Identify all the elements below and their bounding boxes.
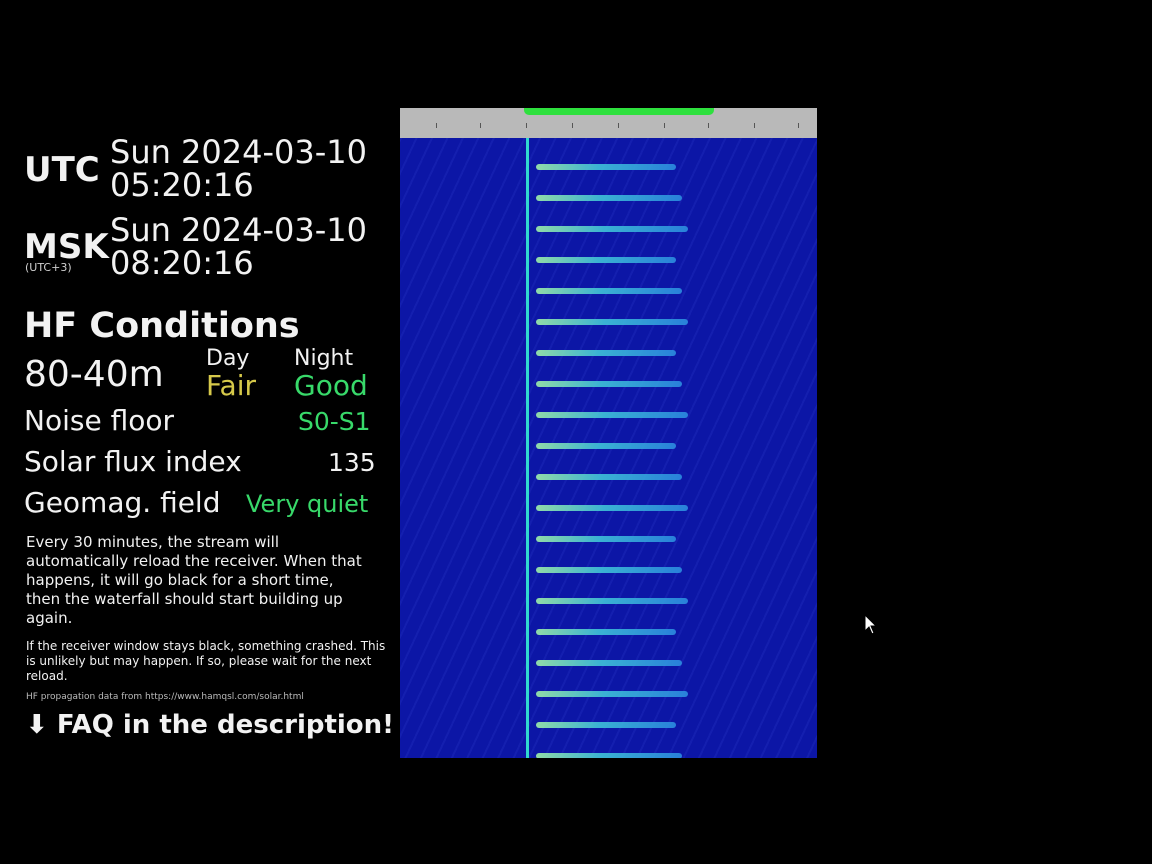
mouse-pointer-icon <box>864 613 878 640</box>
receiver-window <box>400 108 817 758</box>
day-label: Day <box>206 346 250 371</box>
signal-trace <box>536 567 682 573</box>
signal-trace <box>536 691 688 697</box>
scale-tick <box>754 123 755 128</box>
source-note: HF propagation data from https://www.ham… <box>26 692 304 702</box>
signal-trace <box>536 164 676 170</box>
msk-offset: (UTC+3) <box>25 261 72 274</box>
signal-trace <box>536 753 682 758</box>
waterfall-display[interactable] <box>400 138 817 758</box>
signal-trace <box>536 319 688 325</box>
signal-trace <box>536 474 682 480</box>
frequency-scale[interactable] <box>400 108 817 138</box>
scale-tick <box>664 123 665 128</box>
solar-flux-label: Solar flux index <box>24 445 242 478</box>
reload-note: Every 30 minutes, the stream will automa… <box>26 533 362 627</box>
scale-tick <box>436 123 437 128</box>
signal-trace <box>536 598 688 604</box>
scale-tick <box>618 123 619 128</box>
scale-tick <box>526 123 527 128</box>
noise-floor-label: Noise floor <box>24 404 174 437</box>
faq-banner: ⬇ FAQ in the description! ⬇ <box>26 710 425 740</box>
noise-floor-value: S0-S1 <box>298 407 371 436</box>
carrier-line <box>526 138 529 758</box>
day-condition: Fair <box>206 369 256 402</box>
utc-date: Sun 2024-03-10 <box>110 133 368 171</box>
scale-tick <box>798 123 799 128</box>
signal-trace <box>536 660 682 666</box>
crash-note: If the receiver window stays black, some… <box>26 639 386 683</box>
scale-tick <box>572 123 573 128</box>
signal-trace <box>536 505 688 511</box>
signal-trace <box>536 536 676 542</box>
signal-trace <box>536 195 682 201</box>
signal-trace <box>536 226 688 232</box>
msk-time: 08:20:16 <box>110 244 254 282</box>
scale-tick <box>480 123 481 128</box>
signal-trace <box>536 629 676 635</box>
signal-trace <box>536 381 682 387</box>
scale-tick <box>708 123 709 128</box>
night-condition: Good <box>294 369 368 402</box>
night-label: Night <box>294 346 354 371</box>
utc-label: UTC <box>24 150 100 190</box>
signal-trace <box>536 257 676 263</box>
msk-date: Sun 2024-03-10 <box>110 211 368 249</box>
signal-trace <box>536 412 688 418</box>
utc-time: 05:20:16 <box>110 166 254 204</box>
passband-indicator[interactable] <box>524 108 714 115</box>
band-label: 80-40m <box>24 354 164 395</box>
hf-conditions-title: HF Conditions <box>24 306 300 346</box>
geomag-label: Geomag. field <box>24 486 221 519</box>
signal-trace <box>536 722 676 728</box>
signal-trace <box>536 288 682 294</box>
solar-flux-value: 135 <box>328 448 376 477</box>
signal-trace <box>536 443 676 449</box>
geomag-value: Very quiet <box>246 490 369 518</box>
signal-trace <box>536 350 676 356</box>
